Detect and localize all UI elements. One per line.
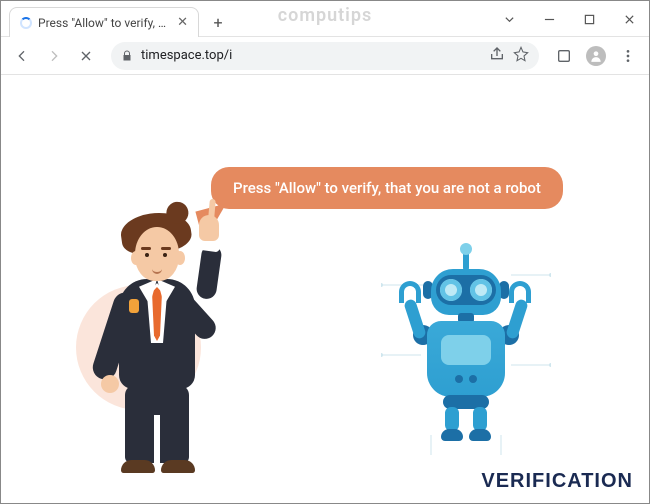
url-text: timespace.top/i bbox=[141, 48, 481, 63]
back-button[interactable] bbox=[9, 43, 35, 69]
tab-title: Press "Allow" to verify, that you a bbox=[38, 16, 169, 30]
watermark-text: computips bbox=[278, 5, 372, 26]
menu-dots-icon[interactable] bbox=[615, 43, 641, 69]
businessman-illustration bbox=[91, 235, 221, 475]
lock-icon bbox=[121, 50, 133, 62]
browser-toolbar: timespace.top/i bbox=[1, 37, 649, 75]
forward-button[interactable] bbox=[41, 43, 67, 69]
address-bar[interactable]: timespace.top/i bbox=[111, 42, 539, 70]
robot-illustration bbox=[381, 245, 551, 455]
stop-reload-button[interactable] bbox=[73, 43, 99, 69]
bubble-text: Press "Allow" to verify, that you are no… bbox=[233, 179, 541, 197]
window-titlebar: computips Press "Allow" to verify, that … bbox=[1, 1, 649, 37]
speech-bubble: Press "Allow" to verify, that you are no… bbox=[211, 167, 563, 209]
browser-tab[interactable]: Press "Allow" to verify, that you a ✕ bbox=[9, 7, 199, 37]
profile-avatar[interactable] bbox=[583, 43, 609, 69]
close-tab-icon[interactable]: ✕ bbox=[175, 15, 190, 30]
bookmark-star-icon[interactable] bbox=[513, 46, 529, 66]
minimize-button[interactable] bbox=[529, 1, 569, 37]
maximize-button[interactable] bbox=[569, 1, 609, 37]
chevron-down-icon[interactable] bbox=[489, 1, 529, 37]
window-controls bbox=[489, 1, 649, 37]
share-icon[interactable] bbox=[489, 46, 505, 66]
page-content: Press "Allow" to verify, that you are no… bbox=[1, 75, 649, 503]
loading-spinner-icon bbox=[20, 17, 32, 29]
close-window-button[interactable] bbox=[609, 1, 649, 37]
new-tab-button[interactable]: + bbox=[205, 9, 231, 35]
extensions-icon[interactable] bbox=[551, 43, 577, 69]
verification-footer-text: VERIFICATION bbox=[481, 470, 633, 493]
